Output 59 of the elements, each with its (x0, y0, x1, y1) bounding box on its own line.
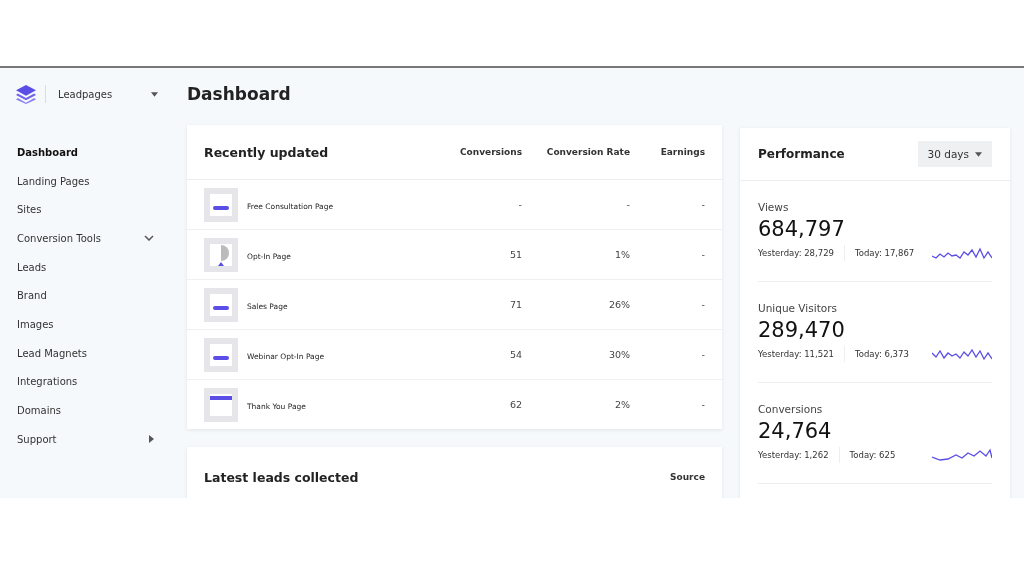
card-title: Latest leads collected (204, 469, 360, 485)
column-header: Conversion Rate (545, 147, 630, 157)
table-cell-text: 1% (613, 249, 630, 260)
page-thumbnail (204, 387, 238, 422)
table-cell-text: - (700, 399, 705, 410)
sidebar-item[interactable]: Leads (0, 252, 180, 282)
sidebar-item[interactable]: Support (0, 424, 180, 454)
range-dropdown[interactable]: 30 days (917, 141, 992, 167)
metric-label: Unique Visitors (758, 302, 838, 314)
yesterday-stat: Yesterday: 1,262 (758, 450, 829, 460)
sidebar-item[interactable]: Sites (0, 195, 180, 225)
sidebar-item[interactable]: Brand (0, 281, 180, 311)
table-cell-text: - (700, 349, 705, 360)
table-cell-text: - (517, 199, 522, 210)
metric-value: 684,797 (758, 217, 846, 241)
yesterday-stat: Yesterday: 11,521 (758, 349, 834, 359)
metric-value: 289,470 (758, 318, 846, 342)
table-cell-text: 26% (607, 299, 630, 310)
page-thumbnail (204, 337, 238, 372)
table-cell-text: 51 (508, 249, 522, 260)
caret-right-icon (149, 435, 154, 444)
today-stat: Today: 625 (849, 450, 896, 460)
sparkline (932, 447, 992, 463)
layers-logo-icon (15, 84, 37, 104)
sidebar-item[interactable]: Images (0, 310, 180, 339)
sidebar-item[interactable]: Landing Pages (0, 166, 180, 196)
table-cell-text: 62 (508, 399, 522, 410)
today-stat: Today: 17,867 (854, 248, 915, 258)
sidebar-item[interactable]: Dashboard (0, 138, 180, 167)
table-cell-text: 2% (613, 399, 630, 410)
page-title: Dashboard (187, 83, 292, 106)
card-title: Recently updated (204, 144, 330, 160)
page-thumbnail (204, 287, 238, 322)
chevron-down-icon (144, 235, 154, 242)
caret-icon (975, 151, 982, 157)
page-thumbnail (204, 187, 238, 222)
caret-icon (151, 91, 158, 97)
table-cell-text: - (700, 249, 705, 260)
sidebar-item[interactable]: Lead Magnets (0, 338, 180, 368)
sidebar-item[interactable]: Conversion Tools (0, 224, 180, 253)
metric-label: Conversions (758, 403, 824, 415)
sidebar-item[interactable]: Domains (0, 396, 180, 425)
table-cell-text: - (700, 299, 705, 310)
today-stat: Today: 6,373 (854, 349, 909, 359)
metric-label: Views (758, 201, 790, 213)
metric-value: 24,764 (758, 419, 833, 443)
table-cell-text: 54 (508, 349, 522, 360)
page-thumbnail (204, 237, 238, 272)
workspace-dropdown[interactable]: Leadpages (54, 88, 162, 100)
column-header: Source (670, 472, 705, 482)
table-cell-text: 30% (607, 349, 630, 360)
sidebar-item[interactable]: Integrations (0, 367, 180, 397)
table-cell-text: 71 (508, 299, 522, 310)
column-header: Conversions (459, 147, 522, 157)
column-header: Earnings (659, 147, 705, 157)
table-cell-text: - (700, 199, 705, 210)
table-cell-text: - (625, 199, 630, 210)
panel-title: Performance (758, 147, 845, 161)
yesterday-stat: Yesterday: 28,729 (758, 248, 834, 258)
